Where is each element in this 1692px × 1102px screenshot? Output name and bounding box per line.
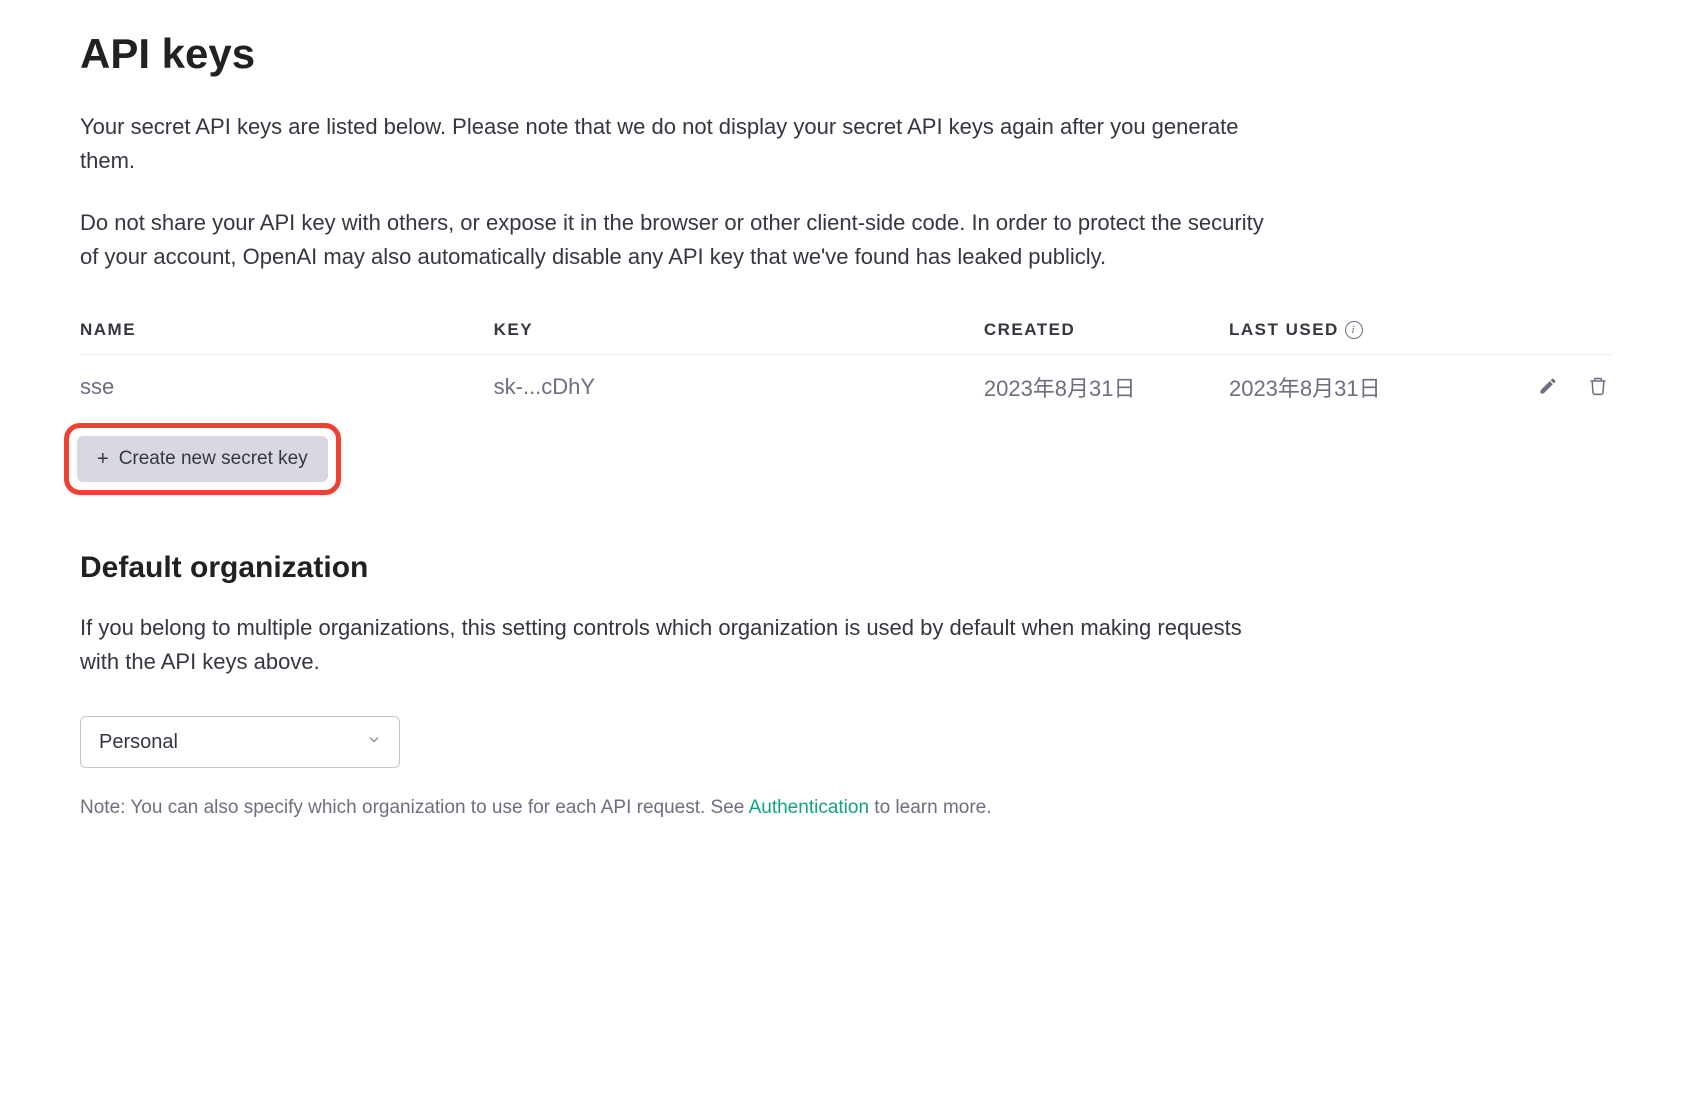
organization-select[interactable]: Personal [80,716,400,768]
default-organization-title: Default organization [80,551,1612,585]
key-value-cell: sk-...cDhY [494,355,984,420]
plus-icon: + [97,449,109,469]
default-organization-description: If you belong to multiple organizations,… [80,611,1280,679]
edit-key-button[interactable] [1534,372,1562,400]
api-keys-table: NAME KEY CREATED LAST USED i sse sk-...c… [80,310,1612,419]
note-suffix: to learn more. [869,797,992,818]
trash-icon [1588,376,1608,396]
organization-note: Note: You can also specify which organiz… [80,794,1612,823]
column-header-last-used: LAST USED i [1229,310,1489,355]
create-secret-key-button[interactable]: + Create new secret key [77,436,328,482]
column-header-key: KEY [494,310,984,355]
table-row: sse sk-...cDhY 2023年8月31日 2023年8月31日 [80,355,1612,420]
delete-key-button[interactable] [1584,372,1612,400]
organization-select-wrapper: Personal [80,716,400,768]
last-used-label: LAST USED [1229,320,1339,340]
column-header-name: NAME [80,310,494,355]
api-keys-description-1: Your secret API keys are listed below. P… [80,110,1280,178]
note-prefix: Note: You can also specify which organiz… [80,797,749,818]
info-icon[interactable]: i [1345,321,1363,339]
create-key-highlight: + Create new secret key [64,423,341,495]
column-header-created: CREATED [984,310,1229,355]
page-title: API keys [80,30,1612,78]
key-last-used-cell: 2023年8月31日 [1229,355,1489,420]
pencil-icon [1538,376,1558,396]
key-name-cell: sse [80,355,494,420]
api-keys-description-2: Do not share your API key with others, o… [80,206,1280,274]
authentication-link[interactable]: Authentication [749,797,869,818]
column-header-actions [1489,310,1612,355]
create-button-label: Create new secret key [119,448,308,470]
key-created-cell: 2023年8月31日 [984,355,1229,420]
